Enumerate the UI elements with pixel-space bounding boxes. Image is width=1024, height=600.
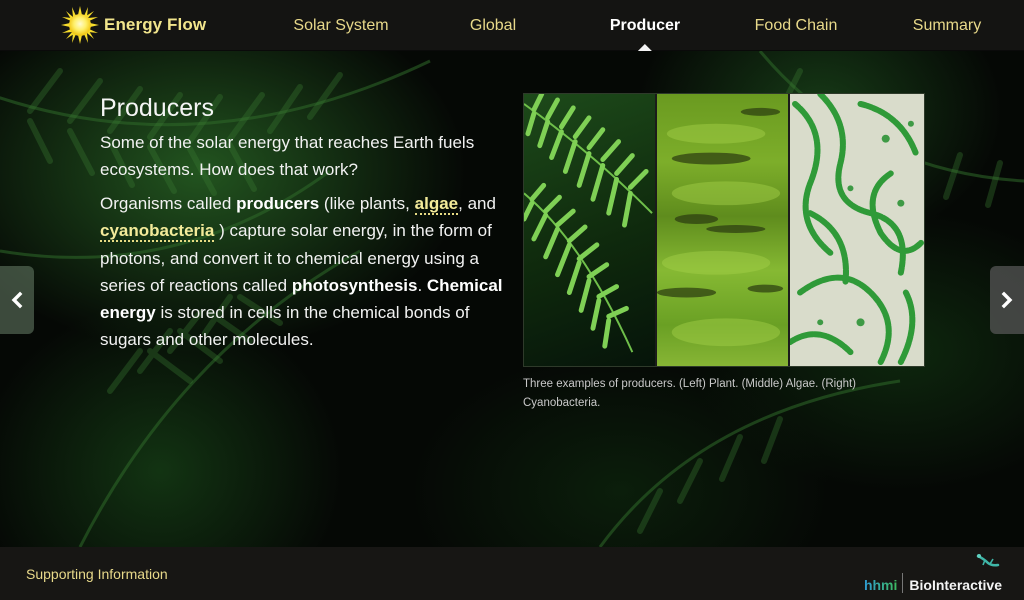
chevron-left-icon — [11, 291, 23, 309]
nav-tab-global[interactable]: Global — [470, 0, 516, 51]
glossary-link-cyanobacteria[interactable]: cyanobacteria — [100, 221, 215, 243]
hhmi-biointeractive-logo[interactable]: hhmi BioInteractive — [863, 554, 1002, 593]
plant-image — [524, 94, 657, 366]
glossary-link-algae[interactable]: algae — [414, 194, 459, 215]
body-text: . — [417, 275, 427, 295]
nav-tab-label: Global — [469, 17, 517, 34]
main-text: Producers Some of the solar energy that … — [100, 94, 510, 354]
footer-bar: Supporting Information hhmi BioInteracti… — [0, 547, 1024, 600]
sun-icon — [60, 5, 100, 45]
chevron-right-icon — [1001, 291, 1013, 309]
nav-tab-label: Producer — [609, 17, 681, 34]
nav-tab-label: Food Chain — [754, 17, 838, 34]
body-text: Organisms called — [100, 194, 237, 213]
algae-image — [657, 94, 790, 366]
body-text: (like plants, — [319, 194, 415, 213]
body-text: is stored in cells in the chemical bonds… — [100, 303, 470, 350]
hhmi-logo-text: hhmi — [863, 577, 898, 593]
cyanobacteria-image — [790, 94, 924, 366]
figure-caption: Three examples of producers. (Left) Plan… — [523, 378, 857, 409]
nav-tab-solar-system[interactable]: Solar System — [293, 0, 388, 51]
top-nav-bar: Energy Flow Solar System Global Producer… — [0, 0, 1024, 51]
app-title: Energy Flow — [104, 15, 207, 34]
intro-text: Some of the solar energy that reaches Ea… — [100, 133, 475, 179]
body-paragraph: Organisms called producers (like plants,… — [100, 190, 510, 354]
page-heading: Producers — [100, 94, 214, 122]
term-photosynthesis: photosynthesis — [291, 275, 418, 295]
body-text: , and — [458, 194, 496, 213]
nav-tab-label: Summary — [912, 17, 982, 34]
biointeractive-logo-text: BioInteractive — [909, 577, 1002, 593]
lizard-icon — [976, 554, 1000, 567]
supporting-information-link[interactable]: Supporting Information — [26, 566, 168, 582]
active-tab-indicator — [638, 44, 652, 51]
nav-tab-producer[interactable]: Producer — [610, 0, 680, 51]
term-producers: producers — [236, 194, 320, 213]
previous-page-button[interactable] — [0, 266, 34, 334]
nav-tab-food-chain[interactable]: Food Chain — [755, 0, 838, 51]
logo-divider — [902, 573, 904, 593]
nav-tab-label: Solar System — [293, 17, 389, 34]
next-page-button[interactable] — [990, 266, 1024, 334]
producers-figure — [523, 93, 925, 367]
brand: Energy Flow — [60, 6, 206, 44]
nav-tab-summary[interactable]: Summary — [913, 0, 981, 51]
